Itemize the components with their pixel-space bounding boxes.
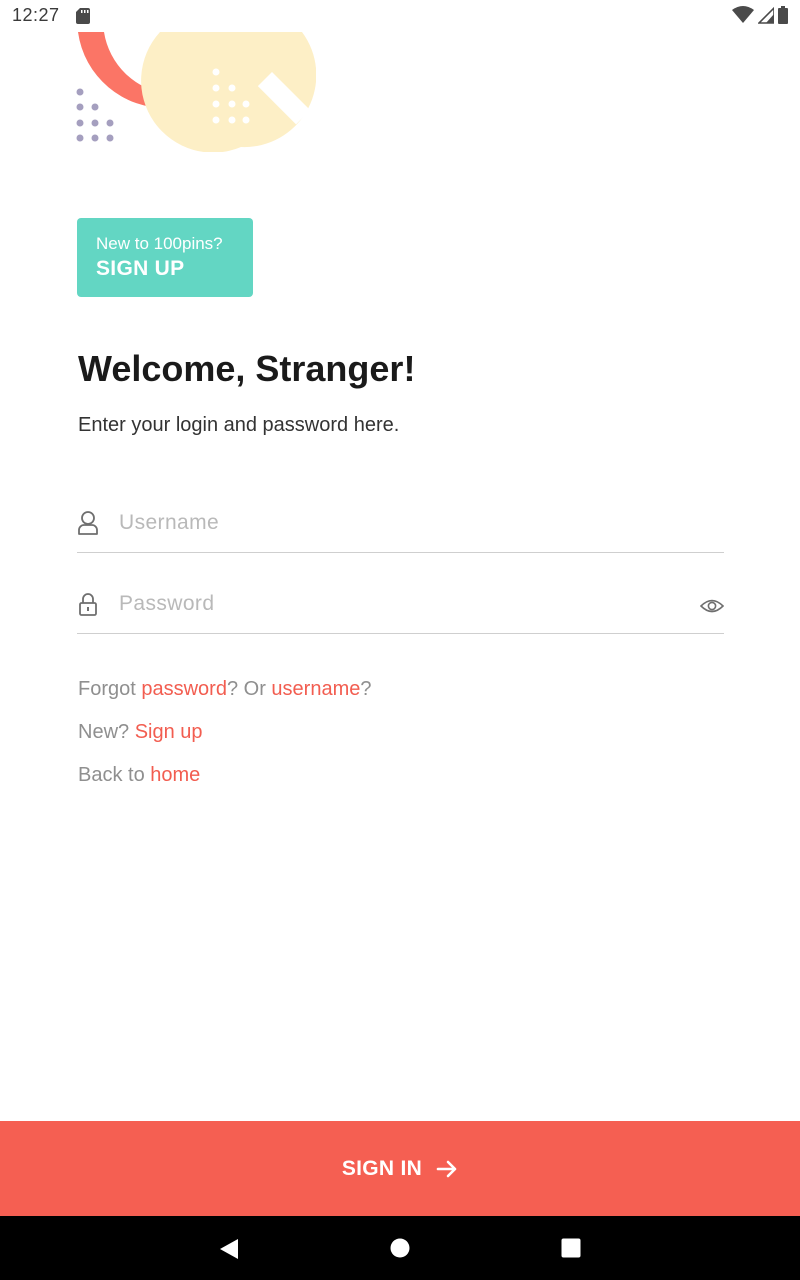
new-prefix: New? (78, 721, 135, 743)
signup-card-button[interactable]: New to 100pins? SIGN UP (77, 218, 253, 297)
forgot-suffix: ? (360, 678, 372, 700)
battery-icon (778, 6, 788, 24)
page-title: Welcome, Stranger! (78, 348, 416, 389)
status-bar: 12:27 (0, 0, 800, 32)
wifi-icon (732, 6, 754, 23)
arrow-right-icon (436, 1160, 457, 1177)
status-time: 12:27 (12, 5, 60, 25)
status-icons (732, 6, 788, 24)
new-user-line: New? Sign up (78, 721, 203, 744)
home-link[interactable]: home (150, 764, 200, 786)
page-subtitle: Enter your login and password here. (78, 414, 400, 436)
signup-link[interactable]: Sign up (135, 721, 203, 743)
user-icon (78, 511, 98, 535)
sd-card-icon (76, 8, 90, 24)
back-home-line: Back to home (78, 764, 200, 787)
signal-icon (758, 6, 774, 24)
lock-icon (79, 593, 97, 616)
password-input[interactable] (117, 591, 681, 617)
username-field (77, 498, 724, 553)
username-input[interactable] (117, 510, 681, 536)
signup-action-label: SIGN UP (96, 257, 185, 280)
forgot-username-link[interactable]: username (271, 678, 360, 700)
signup-prompt: New to 100pins? (96, 234, 223, 253)
back-icon[interactable] (219, 1238, 239, 1260)
forgot-middle: ? Or (226, 678, 272, 700)
decorative-illustration (76, 32, 316, 152)
forgot-password-link[interactable]: password (141, 678, 227, 700)
forgot-prefix: Forgot (78, 678, 142, 700)
recents-icon[interactable] (561, 1238, 581, 1258)
sign-in-button[interactable]: SIGN IN (0, 1121, 800, 1216)
eye-icon[interactable] (700, 597, 724, 615)
system-nav-bar (0, 1216, 800, 1280)
password-field (77, 579, 724, 634)
forgot-line: Forgot password? Or username? (78, 678, 371, 701)
back-prefix: Back to (78, 764, 151, 786)
home-icon[interactable] (390, 1238, 410, 1258)
sign-in-label: SIGN IN (341, 1156, 423, 1180)
